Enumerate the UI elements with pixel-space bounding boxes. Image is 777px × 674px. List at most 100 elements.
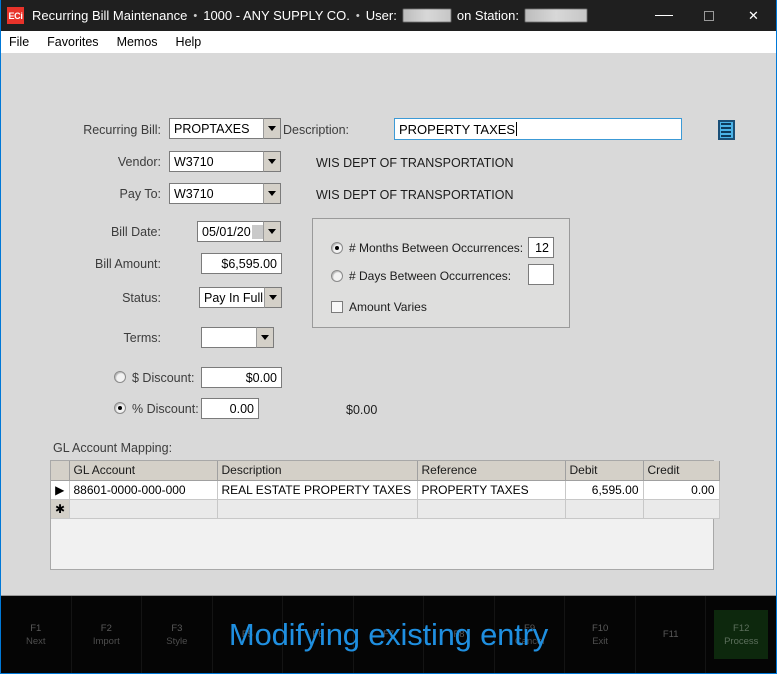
menu-item-file[interactable]: File (9, 33, 38, 51)
f5-number: F5 (241, 629, 253, 640)
new-row-indicator: ✱ (51, 499, 70, 519)
notes-list-icon (717, 120, 735, 140)
f1-label: Next (26, 635, 46, 647)
status-label: Status: (122, 291, 161, 305)
station-value-redacted (525, 9, 587, 22)
function-key-f10[interactable]: F10 Exit (565, 596, 636, 673)
cell-gl-account[interactable]: 88601-0000-000-000 (69, 480, 218, 500)
f9-label: Cancel (514, 635, 545, 647)
amount-varies-checkbox[interactable] (331, 301, 343, 313)
new-cell-reference[interactable] (417, 499, 566, 519)
bill-date-dropdown-button[interactable] (263, 221, 281, 242)
f2-label: Import (92, 635, 120, 647)
bill-date-value-wrap[interactable]: 05/01/20 (197, 221, 263, 242)
minimize-icon (654, 15, 673, 16)
pay-to-dropdown-button[interactable] (263, 183, 281, 204)
f11-number: F11 (662, 629, 679, 640)
status-combo[interactable]: Pay In Full (199, 287, 282, 308)
terms-combo[interactable] (201, 327, 274, 348)
function-key-f11[interactable]: F11 (636, 596, 707, 673)
percent-discount-input[interactable]: 0.00 (201, 398, 259, 419)
menu-item-favorites[interactable]: Favorites (47, 33, 107, 51)
amount-varies-label: Amount Varies (349, 300, 427, 314)
pay-to-combo[interactable]: W3710 (169, 183, 281, 204)
function-key-f8[interactable]: F8 (424, 596, 495, 673)
description-label: Description: (283, 123, 349, 137)
dollar-discount-radio[interactable] (114, 371, 126, 383)
title-separator-2: • (355, 9, 360, 22)
description-value: PROPERTY TAXES (399, 121, 516, 137)
user-label: User: (365, 8, 397, 23)
terms-dropdown-button[interactable] (256, 327, 274, 348)
months-between-input[interactable]: 12 (528, 237, 554, 258)
days-between-label: # Days Between Occurrences: (349, 269, 512, 283)
close-button[interactable]: ✕ (731, 0, 776, 31)
percent-discount-label: % Discount: (132, 402, 199, 416)
function-key-bar: F1 Next F2 Import F3 Style F5 F6 F7 F8 F… (1, 595, 776, 673)
cell-debit[interactable]: 6,595.00 (565, 480, 644, 500)
title-separator-1: • (193, 9, 198, 22)
function-key-f3[interactable]: F3 Style (142, 596, 213, 673)
discount-total-value: $0.00 (346, 403, 378, 417)
f2-number: F2 (100, 622, 112, 634)
cell-description[interactable]: REAL ESTATE PROPERTY TAXES (217, 480, 418, 500)
bill-date-combo[interactable]: 05/01/20 (197, 221, 281, 242)
new-cell-credit[interactable] (643, 499, 720, 519)
cell-credit[interactable]: 0.00 (643, 480, 720, 500)
function-key-f5[interactable]: F5 (213, 596, 284, 673)
f8-number: F8 (453, 629, 465, 640)
menu-item-help[interactable]: Help (176, 33, 211, 51)
chevron-down-icon (268, 191, 276, 196)
vendor-label: Vendor: (117, 155, 161, 169)
bill-date-label: Bill Date: (110, 225, 161, 239)
months-between-radio[interactable] (331, 242, 343, 254)
f3-number: F3 (171, 622, 183, 634)
status-dropdown-button[interactable] (264, 287, 282, 308)
close-icon: ✕ (748, 7, 759, 23)
status-value[interactable]: Pay In Full (199, 287, 264, 308)
column-header-debit[interactable]: Debit (565, 461, 644, 481)
application-window: ECi Recurring Bill Maintenance • 1000 - … (0, 0, 777, 674)
gl-mapping-panel: GL Account Description Reference Debit C… (50, 460, 720, 570)
new-cell-description[interactable] (217, 499, 418, 519)
function-key-f9[interactable]: F9 Cancel (495, 596, 566, 673)
occurrence-group-box: # Months Between Occurrences: 12 # Days … (312, 218, 570, 328)
f12-number: F12 (733, 622, 750, 634)
function-key-f1[interactable]: F1 Next (1, 596, 72, 673)
vendor-value[interactable]: W3710 (169, 151, 263, 172)
bill-date-year-redacted (251, 224, 263, 239)
column-header-credit[interactable]: Credit (643, 461, 720, 481)
minimize-button[interactable] (641, 0, 686, 31)
recurring-bill-value[interactable]: PROPTAXES (169, 118, 263, 139)
dollar-discount-label: $ Discount: (132, 371, 195, 385)
days-between-input[interactable] (528, 264, 554, 285)
vendor-dropdown-button[interactable] (263, 151, 281, 172)
pay-to-value[interactable]: W3710 (169, 183, 263, 204)
maximize-button[interactable] (686, 0, 731, 31)
column-header-reference[interactable]: Reference (417, 461, 566, 481)
column-header-description[interactable]: Description (217, 461, 418, 481)
function-key-f7[interactable]: F7 (354, 596, 425, 673)
table-row[interactable]: ▶ 88601-0000-000-000 REAL ESTATE PROPERT… (51, 480, 720, 500)
column-header-gl-account[interactable]: GL Account (69, 461, 218, 481)
cell-reference[interactable]: PROPERTY TAXES (417, 480, 566, 500)
function-key-f6[interactable]: F6 (283, 596, 354, 673)
table-new-row[interactable]: ✱ (51, 499, 720, 519)
vendor-name-text: WIS DEPT OF TRANSPORTATION (316, 156, 514, 170)
new-cell-debit[interactable] (565, 499, 644, 519)
days-between-radio[interactable] (331, 270, 343, 282)
function-key-f2[interactable]: F2 Import (72, 596, 143, 673)
bill-amount-input[interactable]: $6,595.00 (201, 253, 282, 274)
dollar-discount-input[interactable]: $0.00 (201, 367, 282, 388)
menu-item-memos[interactable]: Memos (117, 33, 167, 51)
notes-button[interactable] (715, 119, 737, 141)
function-key-f12-process[interactable]: F12 Process (706, 596, 776, 673)
f10-number: F10 (591, 622, 609, 634)
terms-value[interactable] (201, 327, 256, 348)
percent-discount-radio[interactable] (114, 402, 126, 414)
f10-label: Exit (592, 635, 609, 647)
new-cell-gl-account[interactable] (69, 499, 218, 519)
description-input[interactable]: PROPERTY TAXES (394, 118, 682, 140)
row-indicator: ▶ (51, 480, 70, 500)
vendor-combo[interactable]: W3710 (169, 151, 281, 172)
